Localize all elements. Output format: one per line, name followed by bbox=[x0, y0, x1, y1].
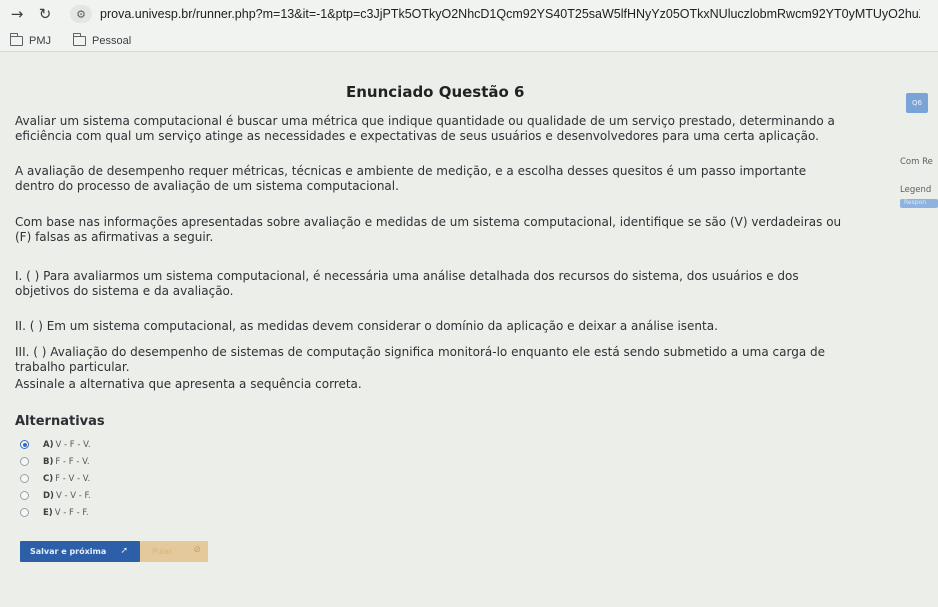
option-letter: E) bbox=[43, 507, 53, 518]
skip-label: Pular bbox=[152, 547, 173, 556]
radio-button-selected[interactable] bbox=[20, 440, 29, 449]
question-title: Enunciado Questão 6 bbox=[346, 83, 525, 101]
forward-arrow-icon[interactable]: → bbox=[6, 3, 28, 25]
option-text: F - V - V. bbox=[55, 473, 91, 484]
site-settings-icon[interactable]: ⚙ bbox=[70, 5, 92, 23]
bookmarks-bar: PMJ Pessoal bbox=[9, 32, 132, 50]
bookmark-label: PMJ bbox=[29, 35, 51, 47]
bookmark-label: Pessoal bbox=[92, 35, 132, 47]
option-text: V - F - V. bbox=[55, 439, 91, 450]
option-letter: A) bbox=[43, 439, 54, 450]
option-letter: B) bbox=[43, 456, 54, 467]
option-c[interactable]: C) F - V - V. bbox=[20, 470, 91, 487]
option-b[interactable]: B) F - F - V. bbox=[20, 453, 91, 470]
address-bar[interactable]: prova.univesp.br/runner.php?m=13&it=-1&p… bbox=[100, 7, 920, 21]
option-text: F - F - V. bbox=[55, 456, 90, 467]
statement-2: II. ( ) Em um sistema computacional, as … bbox=[15, 319, 718, 333]
radio-button[interactable] bbox=[20, 474, 29, 483]
exam-page: Enunciado Questão 6 Avaliar um sistema c… bbox=[0, 53, 938, 607]
browser-nav-row: → ↻ ⚙ prova.univesp.br/runner.php?m=13&i… bbox=[0, 0, 938, 28]
question-paragraph-3: Com base nas informações apresentadas so… bbox=[15, 215, 842, 244]
answered-legend-tag: Respon bbox=[900, 199, 938, 208]
statement-1: I. ( ) Para avaliarmos um sistema comput… bbox=[15, 269, 799, 298]
arrow-icon: ➚ bbox=[120, 546, 128, 556]
question-paragraph-1: Avaliar um sistema computacional é busca… bbox=[15, 114, 835, 143]
instruction: Assinale a alternativa que apresenta a s… bbox=[15, 377, 362, 391]
browser-chrome: → ↻ ⚙ prova.univesp.br/runner.php?m=13&i… bbox=[0, 0, 938, 52]
option-letter: D) bbox=[43, 490, 54, 501]
bookmark-pessoal[interactable]: Pessoal bbox=[72, 33, 132, 47]
option-a[interactable]: A) V - F - V. bbox=[20, 436, 91, 453]
skip-button[interactable]: Pular ⊘ bbox=[140, 541, 208, 562]
save-next-label: Salvar e próxima bbox=[30, 547, 107, 556]
legend-label: Legend bbox=[900, 185, 932, 195]
statement-3: III. ( ) Avaliação do desempenho de sist… bbox=[15, 345, 825, 374]
question-number-badge[interactable]: Q6 bbox=[906, 93, 928, 113]
question-paragraph-2: A avaliação de desempenho requer métrica… bbox=[15, 164, 807, 193]
radio-button[interactable] bbox=[20, 508, 29, 517]
save-next-button[interactable]: Salvar e próxima ➚ bbox=[20, 541, 140, 562]
radio-button[interactable] bbox=[20, 491, 29, 500]
reload-icon[interactable]: ↻ bbox=[34, 3, 56, 25]
alternatives-list: A) V - F - V. B) F - F - V. C) F - V - V… bbox=[20, 436, 91, 521]
option-d[interactable]: D) V - V - F. bbox=[20, 487, 91, 504]
option-text: V - F - F. bbox=[54, 507, 89, 518]
radio-button[interactable] bbox=[20, 457, 29, 466]
folder-icon bbox=[72, 33, 86, 46]
option-text: V - V - F. bbox=[55, 490, 91, 501]
option-letter: C) bbox=[43, 473, 54, 484]
folder-icon bbox=[9, 33, 23, 46]
alternatives-title: Alternativas bbox=[15, 414, 105, 429]
side-panel-text: Com Re bbox=[900, 157, 933, 167]
bookmark-pmj[interactable]: PMJ bbox=[9, 33, 51, 47]
skip-icon: ⊘ bbox=[193, 545, 201, 555]
option-e[interactable]: E) V - F - F. bbox=[20, 504, 91, 521]
